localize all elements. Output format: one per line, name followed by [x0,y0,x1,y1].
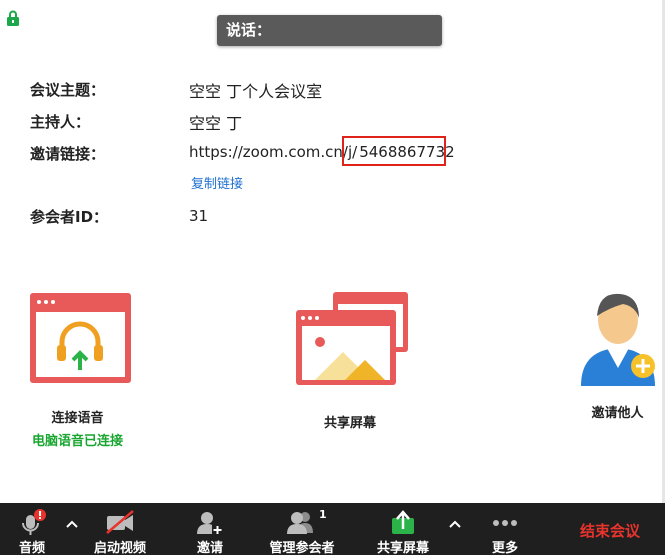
audio-label: 音频 [18,541,45,556]
start-video-label: 启动视频 [93,541,146,556]
share-screen-arrow-icon [392,510,414,534]
manage-participants-button[interactable]: 1 管理参会者 [262,503,342,556]
invite-url-prefix: https://zoom.com.cn/j/ [189,143,358,161]
audio-connected-status: 电脑语音已连接 [31,434,123,449]
participant-id-value: 31 [189,207,209,225]
start-video-button[interactable]: 启动视频 [88,503,152,556]
share-screen-toolbar-label: 共享屏幕 [376,541,429,556]
more-button[interactable]: 更多 [485,503,525,556]
invite-others-label: 邀请他人 [591,406,644,421]
topic-value: 空空 丁个人会议室 [189,82,323,101]
manage-participants-label: 管理参会者 [269,541,335,556]
topic-label: 会议主题： [30,81,106,99]
audio-headset-icon [29,293,131,383]
invite-person-icon [580,293,655,386]
more-dots-icon [493,520,517,526]
microphone-icon [22,509,46,535]
share-screen-tile[interactable]: 共享屏幕 [285,290,415,431]
share-options-chevron-icon[interactable] [448,519,462,529]
meeting-toolbar: 音频 启动视频 邀请 1 管理参会者 共享屏幕 更多 结束会议 [0,503,665,556]
end-meeting-button[interactable]: 结束会议 [580,520,640,541]
meeting-id-highlight [342,136,446,166]
more-label: 更多 [491,541,518,556]
speaking-label: 说话： [226,21,272,39]
host-value: 空空 丁 [189,114,243,133]
lock-icon[interactable] [6,10,20,26]
invite-label: 邀请 [196,541,223,556]
host-label: 主持人： [30,113,91,131]
share-screen-icon [295,292,408,385]
add-user-icon [197,512,223,534]
speaking-indicator: 说话： [217,15,442,46]
join-audio-label: 连接语音 [51,411,104,426]
join-audio-tile[interactable]: 连接语音 电脑语音已连接 [20,290,135,449]
participants-icon [287,512,313,534]
invite-button[interactable]: 邀请 [190,503,230,556]
video-camera-off-icon [106,510,134,534]
audio-options-chevron-icon[interactable] [65,519,79,529]
participant-id-label: 参会者ID： [30,208,109,226]
participant-count: 1 [319,508,327,521]
copy-link-button[interactable]: 复制链接 [191,173,243,192]
invite-link-label: 邀请链接： [30,145,106,163]
share-screen-label: 共享屏幕 [323,416,376,431]
audio-button[interactable]: 音频 [12,503,52,556]
invite-others-tile[interactable]: 邀请他人 [570,288,665,421]
share-screen-button[interactable]: 共享屏幕 [370,503,436,556]
